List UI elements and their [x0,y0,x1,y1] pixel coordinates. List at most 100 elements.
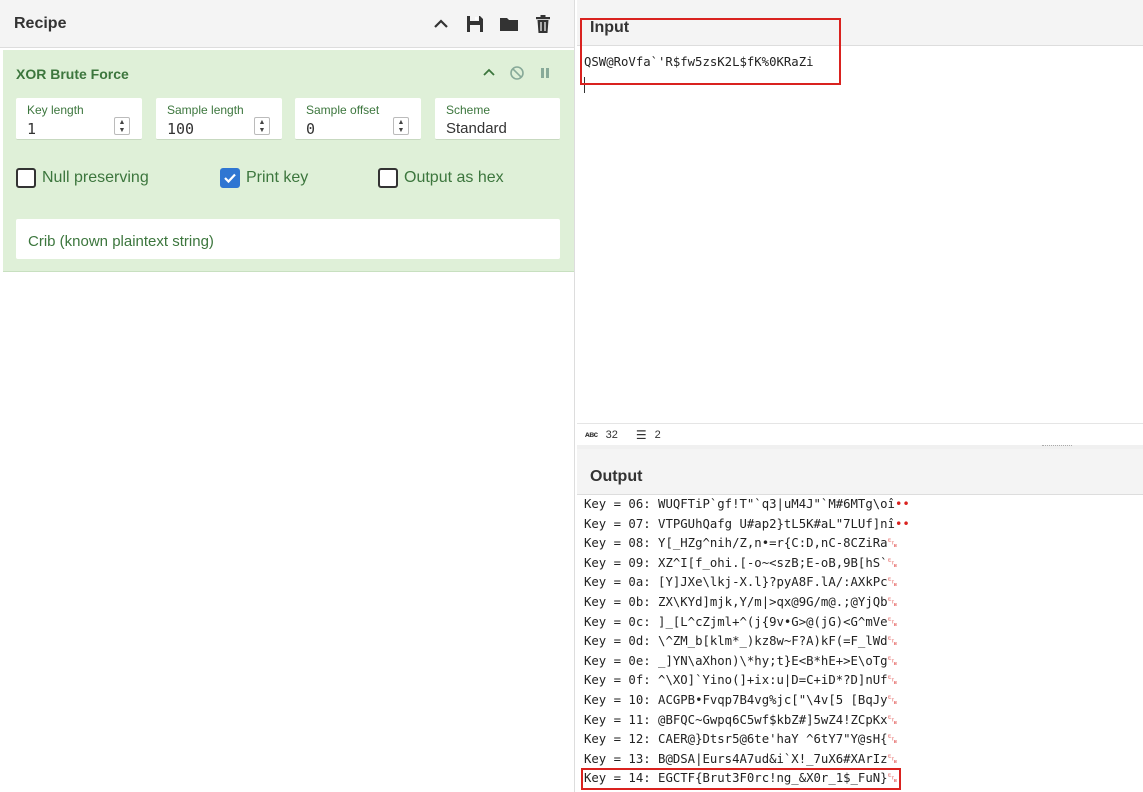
input-title: Input [590,19,630,36]
control-char-marker: ␗ [887,751,898,766]
output-decoded-text: B@DSA|Eurs4A7ud&i`X!_7uX6#XArIz [658,751,888,766]
key-length-value[interactable]: 1 [27,120,36,138]
sample-length-stepper[interactable]: ▲ ▼ [254,117,270,135]
operation-title: XOR Brute Force [16,66,129,82]
folder-icon[interactable] [492,9,526,39]
control-char-marker: •• [894,497,910,511]
char-count: 32 [605,428,618,441]
output-line: Key = 0c: ]_[L^cZjml+^(j{9v•G>@(jG)<G^mV… [584,615,897,635]
output-hex-checkbox[interactable]: Output as hex [378,168,504,188]
output-decoded-text: XZ^I[f_ohi.[-o~<szB;E-oB,9B[hS` [658,555,888,570]
output-key-label: Key = 0f: [584,673,659,688]
output-line: Key = 0f: ^\XO]`Yino(]+ix:u|D=C+iD*?D]nU… [584,673,897,693]
io-panel: Input QSW@RoVfa`'R$fw5zsK2L$fK%0KRaZi ᴀʙ… [577,0,1143,792]
control-char-marker: ␗ [887,771,898,786]
line-count: 2 [654,428,661,441]
output-line: Key = 0b: ZX\KYd]mjk,Y/m|>qx@9G/m@.;@YjQ… [584,595,897,615]
key-length-stepper[interactable]: ▲ ▼ [114,117,130,135]
output-line: Key = 07: VTPGUhQafg U#ap2}tL5K#aL"7LUf]… [584,517,910,537]
disable-icon[interactable] [506,62,528,84]
output-decoded-text: @BFQC~Gwpq6C5wf$kbZ#]5wZ4!ZCpKx [658,712,888,727]
print-key-label: Print key [246,169,309,186]
check-icon [224,173,236,184]
output-line: Key = 14: EGCTF{Brut3F0rc!ng_&X0r_1$_FuN… [584,771,897,791]
control-char-marker: ␗ [887,673,898,688]
output-header: Output [577,449,1143,495]
output-key-label: Key = 0e: [584,653,659,668]
sample-length-label: Sample length [167,103,244,117]
sample-length-value[interactable]: 100 [167,120,194,138]
key-length-field[interactable]: Key length 1 ▲ ▼ [16,98,142,140]
save-icon[interactable] [458,9,492,39]
control-char-marker: ␗ [887,693,898,707]
control-char-marker: ␗ [887,595,898,609]
pause-icon[interactable] [534,62,556,84]
print-key-box[interactable] [220,168,240,188]
output-line: Key = 10: ACGPB•Fvqp7B4vg%jc["\4v[5 [BqJ… [584,693,897,713]
output-decoded-text: WUQFTiP`gf!T"`q3|uM4J"`M#6MTg\oî [658,497,895,511]
sample-offset-value[interactable]: 0 [306,120,315,138]
output-key-label: Key = 0d: [584,634,659,649]
output-hex-label: Output as hex [404,169,504,186]
output-decoded-text: ZX\KYd]mjk,Y/m|>qx@9G/m@.;@YjQb [658,595,888,609]
output-key-label: Key = 0c: [584,614,659,629]
control-char-marker: ␗ [887,732,898,747]
chevron-up-icon[interactable] [424,9,458,39]
output-key-label: Key = 08: [584,536,659,551]
chevron-up-icon[interactable] [478,62,500,84]
output-decoded-text: \^ZM_b[klm*_)kz8w~F?A)kF(=F_lWd [658,634,888,649]
control-char-marker: ␗ [887,575,898,590]
output-title: Output [590,468,643,485]
output-line: Key = 0d: \^ZM_b[klm*_)kz8w~F?A)kF(=F_lW… [584,634,897,654]
output-decoded-text: EGCTF{Brut3F0rc!ng_&X0r_1$_FuN} [658,771,888,786]
scheme-value[interactable]: Standard [446,120,507,137]
output-decoded-text: _]YN\aXhon)\*hy;t}E<B*hE+>E\oTg [658,653,888,668]
output-line: Key = 08: Y[_HZg^nih/Z,n•=r{C:D,nC-8CZiR… [584,536,897,556]
control-char-marker: ␗ [887,653,898,668]
output-decoded-text: ^\XO]`Yino(]+ix:u|D=C+iD*?D]nUf [658,673,888,688]
output-decoded-text: Y[_HZg^nih/Z,n•=r{C:D,nC-8CZiRa [658,536,888,551]
null-preserving-box[interactable] [16,168,36,188]
output-decoded-text: [Y]JXe\lkj-X.l}?pyA8F.lA/:AXkPc [658,575,888,590]
key-length-label: Key length [27,103,84,117]
print-key-checkbox[interactable]: Print key [220,168,308,188]
output-key-label: Key = 07: [584,516,659,531]
scheme-select[interactable]: Scheme Standard [435,98,560,140]
null-preserving-label: Null preserving [42,169,149,186]
input-text[interactable]: QSW@RoVfa`'R$fw5zsK2L$fK%0KRaZi [584,55,814,69]
sample-offset-stepper[interactable]: ▲ ▼ [393,117,409,135]
sample-offset-label: Sample offset [306,103,380,117]
output-line: Key = 12: CAER@}Dtsr5@6te'haY ^6tY7"Y@sH… [584,732,897,752]
scheme-label: Scheme [446,103,491,117]
null-preserving-checkbox[interactable]: Null preserving [16,168,149,188]
output-line: Key = 0a: [Y]JXe\lkj-X.l}?pyA8F.lA/:AXkP… [584,575,897,595]
output-hex-box[interactable] [378,168,398,188]
input-header: Input [577,0,1143,46]
control-char-marker: ␗ [887,555,898,570]
output-decoded-text: CAER@}Dtsr5@6te'haY ^6tY7"Y@sH{ [658,732,888,747]
char-count-icon: ᴀʙᴄ [585,430,598,439]
control-char-marker: ␗ [887,634,898,649]
control-char-marker: •• [894,516,910,531]
text-caret [584,77,585,93]
trash-icon[interactable] [526,9,560,39]
sample-offset-field[interactable]: Sample offset 0 ▲ ▼ [295,98,421,140]
recipe-title: Recipe [14,14,67,32]
crib-input[interactable]: Crib (known plaintext string) [16,219,560,259]
sample-length-field[interactable]: Sample length 100 ▲ ▼ [156,98,282,140]
output-key-label: Key = 09: [584,555,659,570]
output-key-label: Key = 06: [584,497,659,511]
input-status-bar: ᴀʙᴄ 32 ☰ 2 [577,423,1143,445]
recipe-header: Recipe [0,0,574,48]
output-key-label: Key = 12: [584,732,659,747]
output-decoded-text: VTPGUhQafg U#ap2}tL5K#aL"7LUf]nî [658,516,895,531]
output-key-label: Key = 14: [584,771,659,786]
output-decoded-text: ACGPB•Fvqp7B4vg%jc["\4v[5 [BqJy [658,693,888,707]
control-char-marker: ␗ [887,712,898,727]
output-textarea[interactable]: Key = 06: WUQFTiP`gf!T"`q3|uM4J"`M#6MTg\… [577,496,1143,792]
input-textarea[interactable]: QSW@RoVfa`'R$fw5zsK2L$fK%0KRaZi [577,47,1143,423]
output-line: Key = 11: @BFQC~Gwpq6C5wf$kbZ#]5wZ4!ZCpK… [584,713,897,733]
output-key-label: Key = 10: [584,693,659,707]
crib-placeholder: Crib (known plaintext string) [28,233,214,250]
output-key-label: Key = 0a: [584,575,659,590]
